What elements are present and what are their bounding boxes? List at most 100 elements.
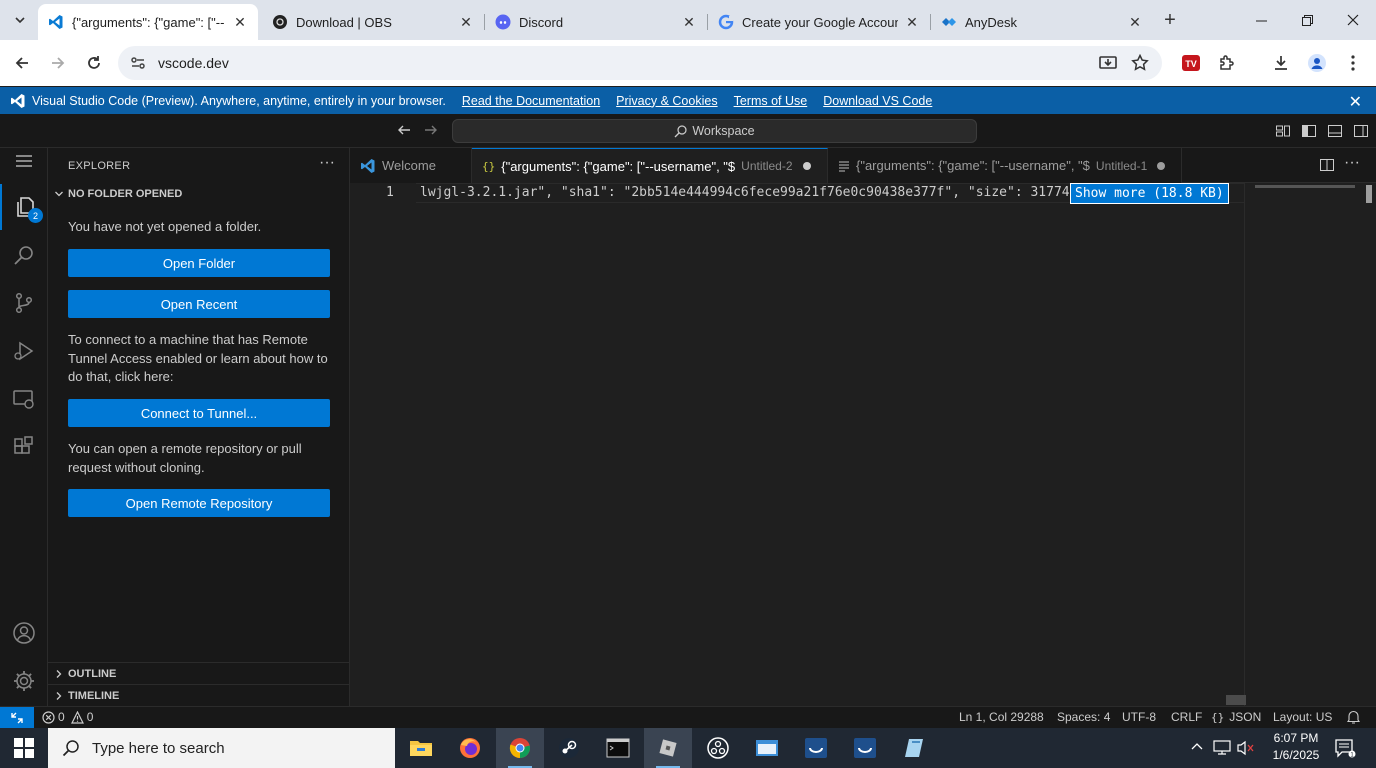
browser-tab-discord[interactable]: Discord ✕ xyxy=(485,4,708,40)
open-folder-button[interactable]: Open Folder xyxy=(68,249,330,277)
accounts-button[interactable] xyxy=(0,610,48,656)
indentation[interactable]: Spaces: 4 xyxy=(1057,710,1110,724)
cursor-position[interactable]: Ln 1, Col 29288 xyxy=(959,710,1044,724)
remote-explorer-button[interactable] xyxy=(0,376,48,422)
unsaved-dot-icon[interactable] xyxy=(802,162,811,170)
start-button[interactable] xyxy=(14,738,34,758)
extensions-button[interactable] xyxy=(0,424,48,470)
chrome-menu-button[interactable] xyxy=(1340,50,1366,76)
editor-tab-bar: Welcome {} {"arguments": {"game": ["--us… xyxy=(350,148,1376,183)
close-banner-icon[interactable]: ✕ xyxy=(1349,92,1362,112)
notification-center-icon[interactable]: 1 xyxy=(1334,738,1356,758)
system-clock[interactable]: 6:07 PM 1/6/2025 xyxy=(1266,730,1326,764)
source-control-button[interactable] xyxy=(0,280,48,326)
language-mode[interactable]: {} JSON xyxy=(1211,710,1261,724)
customize-layout-icon[interactable] xyxy=(1275,123,1291,139)
taskbar-terminal[interactable] xyxy=(594,728,642,768)
notifications-bell-icon[interactable] xyxy=(1347,710,1360,724)
address-bar[interactable]: vscode.dev xyxy=(118,46,1162,80)
vertical-scrollbar[interactable] xyxy=(1366,185,1372,203)
encoding[interactable]: UTF-8 xyxy=(1122,710,1156,724)
extension-tv-button[interactable]: TV xyxy=(1178,50,1204,76)
taskbar-steam[interactable] xyxy=(545,728,593,768)
network-icon[interactable] xyxy=(1213,740,1231,756)
downloads-button[interactable] xyxy=(1268,50,1294,76)
connect-tunnel-button[interactable]: Connect to Tunnel... xyxy=(68,399,330,427)
terminal-icon xyxy=(606,738,630,758)
editor-area[interactable]: 1 lwjgl-3.2.1.jar", "sha1": "2bb514e4449… xyxy=(350,183,1376,706)
taskbar-app-1[interactable] xyxy=(792,728,840,768)
install-app-button[interactable] xyxy=(1095,50,1121,76)
run-debug-button[interactable] xyxy=(0,328,48,374)
manage-button[interactable] xyxy=(0,658,48,704)
taskbar-obs[interactable] xyxy=(694,728,742,768)
bookmark-button[interactable] xyxy=(1127,50,1153,76)
code-line[interactable]: lwjgl-3.2.1.jar", "sha1": "2bb514e444994… xyxy=(420,185,1077,200)
tab-untitled-2[interactable]: {} {"arguments": {"game": ["--username",… xyxy=(472,148,828,183)
go-forward-icon[interactable] xyxy=(423,122,439,138)
keyboard-layout[interactable]: Layout: US xyxy=(1273,710,1332,724)
taskbar-file-explorer[interactable] xyxy=(397,728,445,768)
profile-button[interactable] xyxy=(1304,50,1330,76)
read-docs-link[interactable]: Read the Documentation xyxy=(462,94,600,108)
back-button[interactable] xyxy=(9,50,35,76)
close-icon[interactable]: ✕ xyxy=(458,14,474,30)
split-editor-icon[interactable] xyxy=(1319,157,1335,173)
minimap[interactable] xyxy=(1244,183,1362,706)
browser-tab-obs[interactable]: Download | OBS ✕ xyxy=(262,4,485,40)
close-window-button[interactable] xyxy=(1330,0,1376,40)
volume-muted-icon[interactable] xyxy=(1237,740,1255,756)
problems-indicator[interactable]: 0 0 xyxy=(42,710,93,724)
tab-search-button[interactable] xyxy=(8,8,32,32)
close-icon[interactable]: ✕ xyxy=(681,14,697,30)
taskbar-app-window[interactable] xyxy=(743,728,791,768)
close-icon[interactable]: ✕ xyxy=(1127,14,1143,30)
open-remote-repository-button[interactable]: Open Remote Repository xyxy=(68,489,330,517)
more-actions-icon[interactable]: ··· xyxy=(1344,154,1360,172)
terms-link[interactable]: Terms of Use xyxy=(734,94,808,108)
taskbar-firefox[interactable] xyxy=(446,728,494,768)
chrome-icon xyxy=(509,738,531,759)
privacy-link[interactable]: Privacy & Cookies xyxy=(616,94,717,108)
toggle-primary-sidebar-icon[interactable] xyxy=(1301,123,1317,139)
remote-indicator-button[interactable] xyxy=(0,707,34,729)
tab-welcome[interactable]: Welcome xyxy=(350,148,472,183)
new-tab-button[interactable]: + xyxy=(1158,8,1182,32)
go-back-icon[interactable] xyxy=(396,122,412,138)
browser-tab-vscode[interactable]: {"arguments": {"game": ["-- ✕ xyxy=(38,4,258,40)
reload-button[interactable] xyxy=(81,50,107,76)
browser-tab-google[interactable]: Create your Google Account ✕ xyxy=(708,4,931,40)
close-icon[interactable]: ✕ xyxy=(232,14,248,30)
tab-untitled-1[interactable]: {"arguments": {"game": ["--username", "$… xyxy=(828,148,1182,183)
show-more-button[interactable]: Show more (18.8 KB) xyxy=(1070,183,1229,204)
extensions-button[interactable] xyxy=(1214,50,1240,76)
more-actions-icon[interactable]: ··· xyxy=(319,154,335,172)
close-icon[interactable]: ✕ xyxy=(904,14,920,30)
taskbar-app-3[interactable] xyxy=(891,728,939,768)
taskbar-chrome[interactable] xyxy=(496,728,544,768)
explorer-button[interactable]: 2 xyxy=(0,184,48,230)
taskbar-app-2[interactable] xyxy=(841,728,889,768)
maximize-button[interactable] xyxy=(1284,0,1330,40)
open-recent-button[interactable]: Open Recent xyxy=(68,290,330,318)
horizontal-scrollbar[interactable] xyxy=(1226,695,1246,705)
command-center-search[interactable]: Workspace xyxy=(452,119,977,143)
site-info-icon[interactable] xyxy=(130,55,146,71)
minimize-button[interactable] xyxy=(1238,0,1284,40)
toggle-panel-icon[interactable] xyxy=(1327,123,1343,139)
browser-toolbar: vscode.dev TV xyxy=(0,40,1376,86)
taskbar-search-box[interactable]: Type here to search xyxy=(48,728,395,768)
timeline-section-header[interactable]: TIMELINE xyxy=(48,684,350,706)
download-vscode-link[interactable]: Download VS Code xyxy=(823,94,932,108)
taskbar-roblox[interactable] xyxy=(644,728,692,768)
search-button[interactable] xyxy=(0,232,48,278)
browser-tab-anydesk[interactable]: AnyDesk ✕ xyxy=(931,4,1153,40)
toggle-secondary-sidebar-icon[interactable] xyxy=(1353,123,1369,139)
show-hidden-icons[interactable] xyxy=(1190,740,1204,754)
no-folder-section-header[interactable]: NO FOLDER OPENED xyxy=(54,188,182,200)
end-of-line[interactable]: CRLF xyxy=(1171,710,1202,724)
unsaved-dot-icon[interactable] xyxy=(1157,161,1166,170)
forward-button[interactable] xyxy=(45,50,71,76)
menu-button[interactable] xyxy=(0,142,48,180)
outline-section-header[interactable]: OUTLINE xyxy=(48,662,350,684)
